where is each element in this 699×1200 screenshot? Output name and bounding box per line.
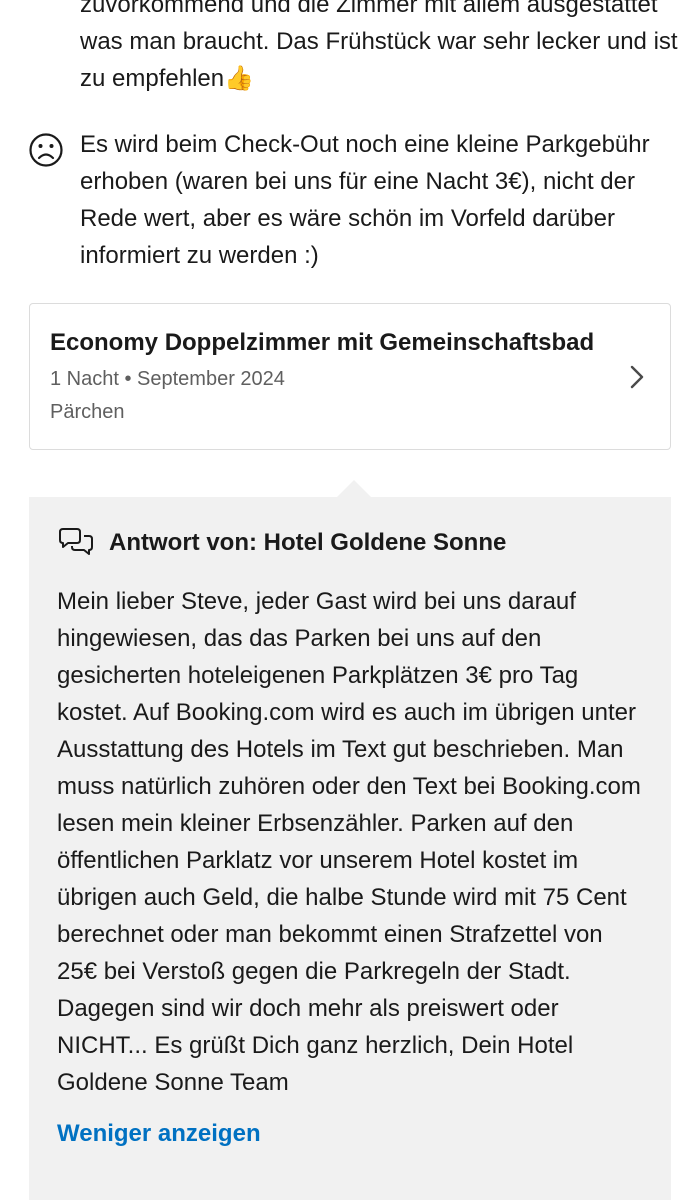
- hotel-reply: Antwort von: Hotel Goldene Sonne Mein li…: [29, 497, 671, 1200]
- show-less-link[interactable]: Weniger anzeigen: [57, 1120, 261, 1148]
- speech-bubbles-icon: [59, 528, 93, 555]
- reply-body: Mein lieber Steve, jeder Gast wird bei u…: [57, 588, 641, 1096]
- room-title: Economy Doppelzimmer mit Gemeinschaftsba…: [50, 329, 595, 356]
- stay-info: 1 Nacht • September 2024: [50, 368, 285, 390]
- room-info-card[interactable]: Economy Doppelzimmer mit Gemeinschaftsba…: [29, 303, 671, 450]
- sad-face-icon: [29, 133, 63, 167]
- reply-header: Antwort von: Hotel Goldene Sonne: [57, 523, 643, 563]
- reply-title: Antwort von: Hotel Goldene Sonne: [109, 529, 507, 556]
- reply-pointer: [337, 480, 371, 497]
- review-negative-text: Es wird beim Check-Out noch eine kleine …: [80, 131, 650, 269]
- traveler-type: Pärchen: [50, 401, 125, 423]
- review-negative-section: Es wird beim Check-Out noch eine kleine …: [28, 126, 688, 274]
- chevron-right-icon[interactable]: [626, 364, 648, 390]
- review-positive-text: zuvorkommend und die Zimmer mit allem au…: [80, 0, 678, 92]
